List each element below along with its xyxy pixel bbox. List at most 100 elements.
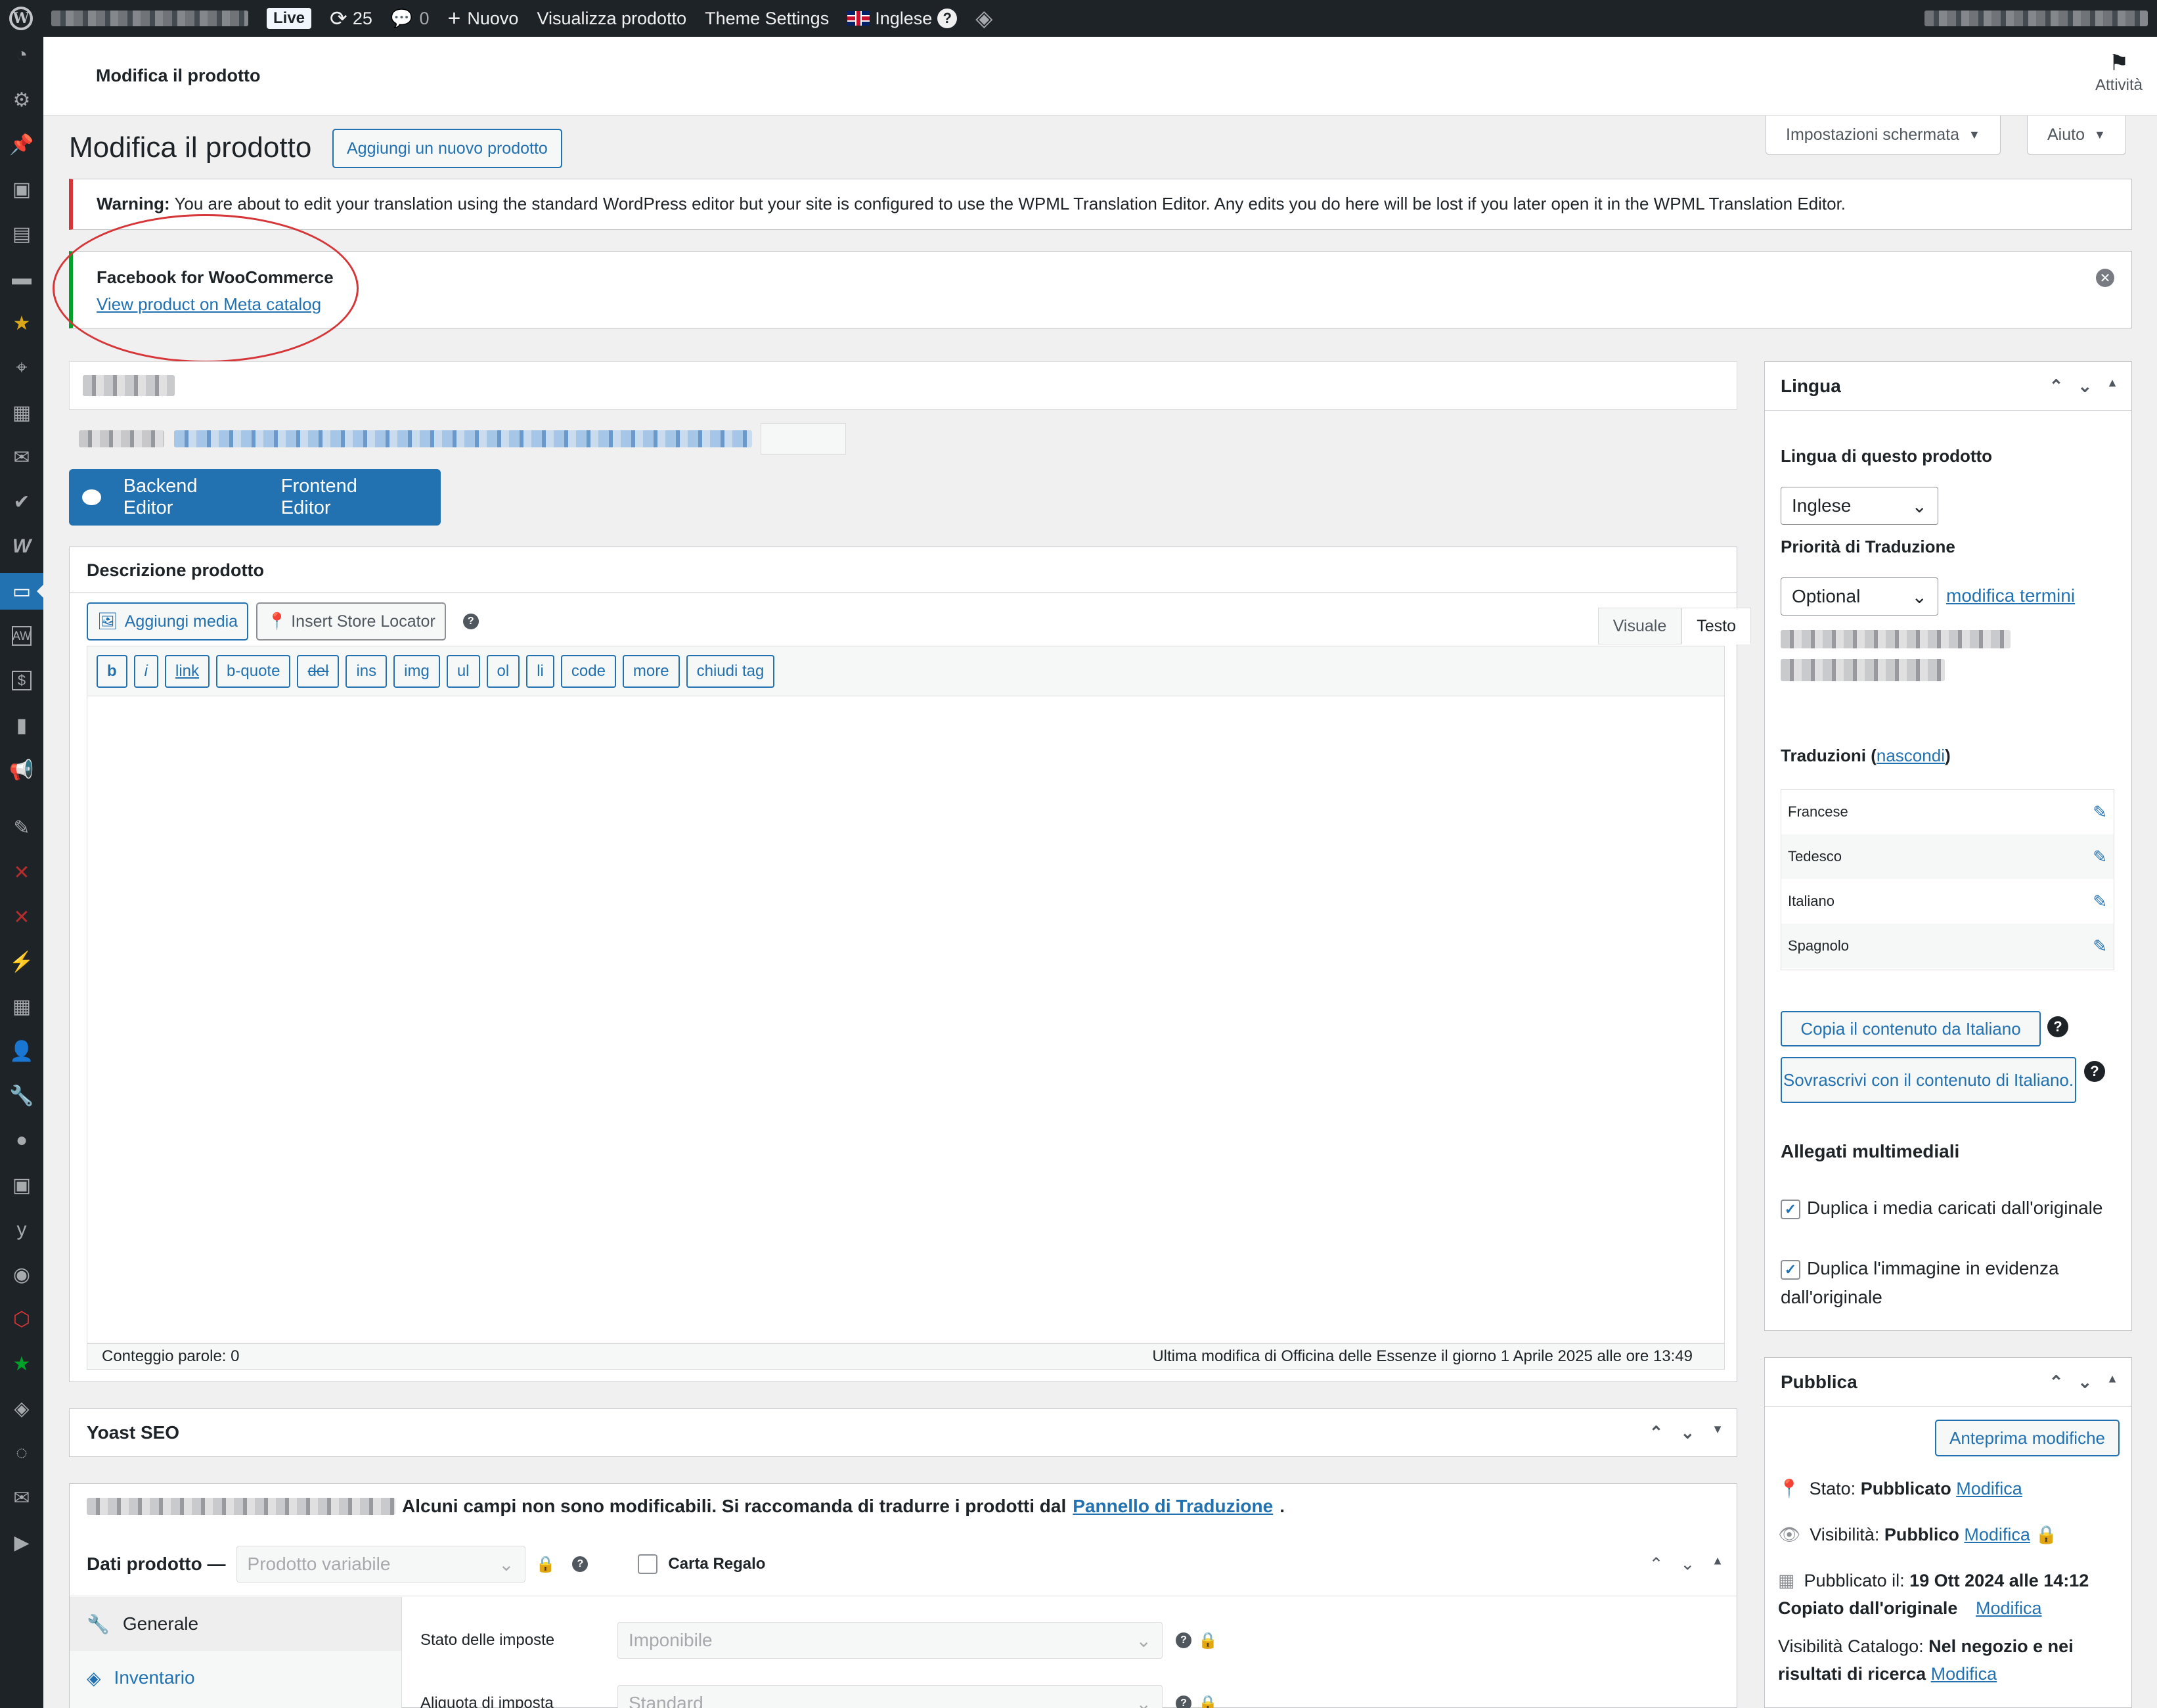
payments-icon[interactable]: $ <box>0 662 43 699</box>
language-switcher[interactable]: Inglese ? <box>838 0 966 37</box>
play-icon[interactable]: ▶ <box>0 1524 43 1561</box>
marketing-icon[interactable]: 📢 <box>0 752 43 788</box>
qt-more-button[interactable]: more <box>622 654 680 688</box>
bubble-icon[interactable]: ● <box>0 1122 43 1159</box>
move-up-icon[interactable]: ⌃ <box>1649 1423 1664 1443</box>
product-title-input[interactable] <box>69 361 1737 410</box>
user-account[interactable] <box>1915 0 2157 37</box>
move-up-icon[interactable]: ⌃ <box>2049 376 2064 396</box>
pages-icon[interactable]: ▤ <box>0 215 43 252</box>
green-star-icon[interactable]: ★ <box>0 1345 43 1382</box>
permalink-link[interactable] <box>174 430 753 447</box>
edit-pencil-icon[interactable]: ✎ <box>2093 847 2107 867</box>
box-icon[interactable]: ⬡ <box>0 1301 43 1337</box>
yoast-icon[interactable]: y <box>0 1211 43 1248</box>
qt-ul-button[interactable]: ul <box>446 654 480 688</box>
yoast-seo-box[interactable]: Yoast SEO ⌃ ⌄ ▼ <box>69 1408 1737 1457</box>
help-icon[interactable]: ? <box>2084 1061 2105 1082</box>
toggle-panel-icon[interactable]: ▲ <box>2106 1372 2118 1392</box>
edit-date-link[interactable]: Modifica <box>1976 1598 2042 1618</box>
move-up-icon[interactable]: ⌃ <box>1649 1554 1664 1575</box>
products-icon[interactable]: ▭ <box>0 573 43 610</box>
gauge-icon[interactable]: ◉ <box>0 1256 43 1293</box>
qt-ins-button[interactable]: ins <box>345 654 388 688</box>
backend-editor-button[interactable]: Backend Editor <box>123 476 247 519</box>
tax-class-select[interactable]: Standard ⌄ <box>617 1685 1163 1708</box>
add-media-button[interactable]: 🖼 Aggiungi media <box>87 602 249 640</box>
description-textarea[interactable] <box>87 696 1725 1343</box>
posts-icon[interactable]: 📌 <box>0 126 43 163</box>
edit-pencil-icon[interactable]: ✎ <box>2093 891 2107 912</box>
comments-icon[interactable]: ▬ <box>0 260 43 297</box>
table-icon[interactable]: ▦ <box>0 988 43 1025</box>
tools-icon[interactable]: 🔧 <box>0 1077 43 1114</box>
duplicate-media-checkbox[interactable]: ✓ <box>1781 1199 1800 1219</box>
qt-img-button[interactable]: img <box>393 654 440 688</box>
tab-inventory[interactable]: ◈ Inventario <box>70 1651 401 1705</box>
overwrite-content-button[interactable]: Sovrascrivi con il contenuto di Italiano… <box>1781 1057 2076 1103</box>
frontend-editor-button[interactable]: Frontend Editor <box>281 476 407 519</box>
toggle-panel-icon[interactable]: ▲ <box>1712 1554 1723 1575</box>
move-down-icon[interactable]: ⌄ <box>2078 376 2092 396</box>
automatewoo-icon[interactable]: AW <box>0 618 43 654</box>
tax-status-select[interactable]: Imponibile ⌄ <box>617 1622 1163 1659</box>
priority-select[interactable]: Optional ⌄ <box>1781 577 1938 616</box>
qt-italic-button[interactable]: i <box>133 654 159 688</box>
help-icon[interactable]: ? <box>462 614 479 629</box>
site-name[interactable] <box>42 0 257 37</box>
mail-icon[interactable]: ✉ <box>0 439 43 476</box>
appearance-icon[interactable]: ✎ <box>0 809 43 846</box>
tab-text[interactable]: Testo <box>1681 608 1751 644</box>
edit-visibility-link[interactable]: Modifica <box>1964 1525 2030 1544</box>
help-icon[interactable]: ? <box>937 9 958 28</box>
qt-bold-button[interactable]: b <box>97 654 127 688</box>
comments-link[interactable]: 💬 0 <box>382 0 439 37</box>
screen-options-button[interactable]: Impostazioni schermata ▼ <box>1766 116 2001 155</box>
qt-li-button[interactable]: li <box>526 654 554 688</box>
edit-catalog-link[interactable]: Modifica <box>1931 1664 1997 1684</box>
wpml-diamond-icon[interactable]: ◈ <box>966 0 1002 37</box>
grid-icon[interactable]: ▦ <box>0 394 43 431</box>
settings-icon[interactable]: ▣ <box>0 1167 43 1203</box>
theme-settings-link[interactable]: Theme Settings <box>696 0 838 37</box>
search-circle-icon[interactable]: ◌ <box>0 1435 43 1472</box>
toggle-panel-icon[interactable]: ▼ <box>1712 1423 1723 1443</box>
woocommerce-icon[interactable]: W <box>0 528 43 565</box>
move-up-icon[interactable]: ⌃ <box>2049 1372 2064 1392</box>
qt-code-button[interactable]: code <box>560 654 616 688</box>
analytics-icon[interactable]: ▮ <box>0 707 43 744</box>
preview-changes-button[interactable]: Anteprima modifiche <box>1935 1420 2120 1456</box>
check-icon[interactable]: ✔ <box>0 483 43 520</box>
qt-ol-button[interactable]: ol <box>486 654 520 688</box>
move-down-icon[interactable]: ⌄ <box>1680 1423 1695 1443</box>
users-icon[interactable]: 👤 <box>0 1033 43 1069</box>
help-button[interactable]: Aiuto ▼ <box>2027 116 2126 155</box>
edit-pencil-icon[interactable]: ✎ <box>2093 936 2107 956</box>
move-down-icon[interactable]: ⌄ <box>2078 1372 2092 1392</box>
add-new-product-button[interactable]: Aggiungi un nuovo prodotto <box>332 129 562 168</box>
insert-store-locator-button[interactable]: 📍 Insert Store Locator <box>256 602 446 640</box>
duplicate-featured-checkbox[interactable]: ✓ <box>1781 1259 1800 1280</box>
help-icon[interactable]: ? <box>1176 1696 1191 1708</box>
plugin-red-icon-2[interactable]: ✕ <box>0 899 43 935</box>
star-icon[interactable]: ★ <box>0 305 43 342</box>
edit-pencil-icon[interactable]: ✎ <box>2093 802 2107 822</box>
qt-bquote-button[interactable]: b-quote <box>216 654 291 688</box>
copy-content-button[interactable]: Copia il contenuto da Italiano <box>1781 1011 2041 1046</box>
dismiss-icon[interactable]: ✕ <box>2096 269 2114 287</box>
help-icon[interactable]: ? <box>2047 1016 2068 1037</box>
tab-visual[interactable]: Visuale <box>1597 608 1682 644</box>
qt-close-tags-button[interactable]: chiudi tag <box>686 654 775 688</box>
gift-card-checkbox[interactable] <box>638 1554 658 1574</box>
language-select[interactable]: Inglese ⌄ <box>1781 487 1938 525</box>
envelope-icon[interactable]: ✉ <box>0 1479 43 1516</box>
help-icon[interactable]: ? <box>572 1556 589 1572</box>
edit-terms-link[interactable]: modifica termini <box>1946 585 2075 606</box>
hide-translations-link[interactable]: nascondi <box>1877 746 1945 765</box>
plugin-red-icon[interactable]: ✕ <box>0 854 43 891</box>
updates-link[interactable]: ⟳ 25 <box>321 0 382 37</box>
translation-dashboard-link[interactable]: Pannello di Traduzione <box>1073 1496 1273 1517</box>
toggle-panel-icon[interactable]: ▲ <box>2106 376 2118 396</box>
plugins-icon[interactable]: ⚡ <box>0 943 43 980</box>
help-icon[interactable]: ? <box>1176 1632 1191 1648</box>
